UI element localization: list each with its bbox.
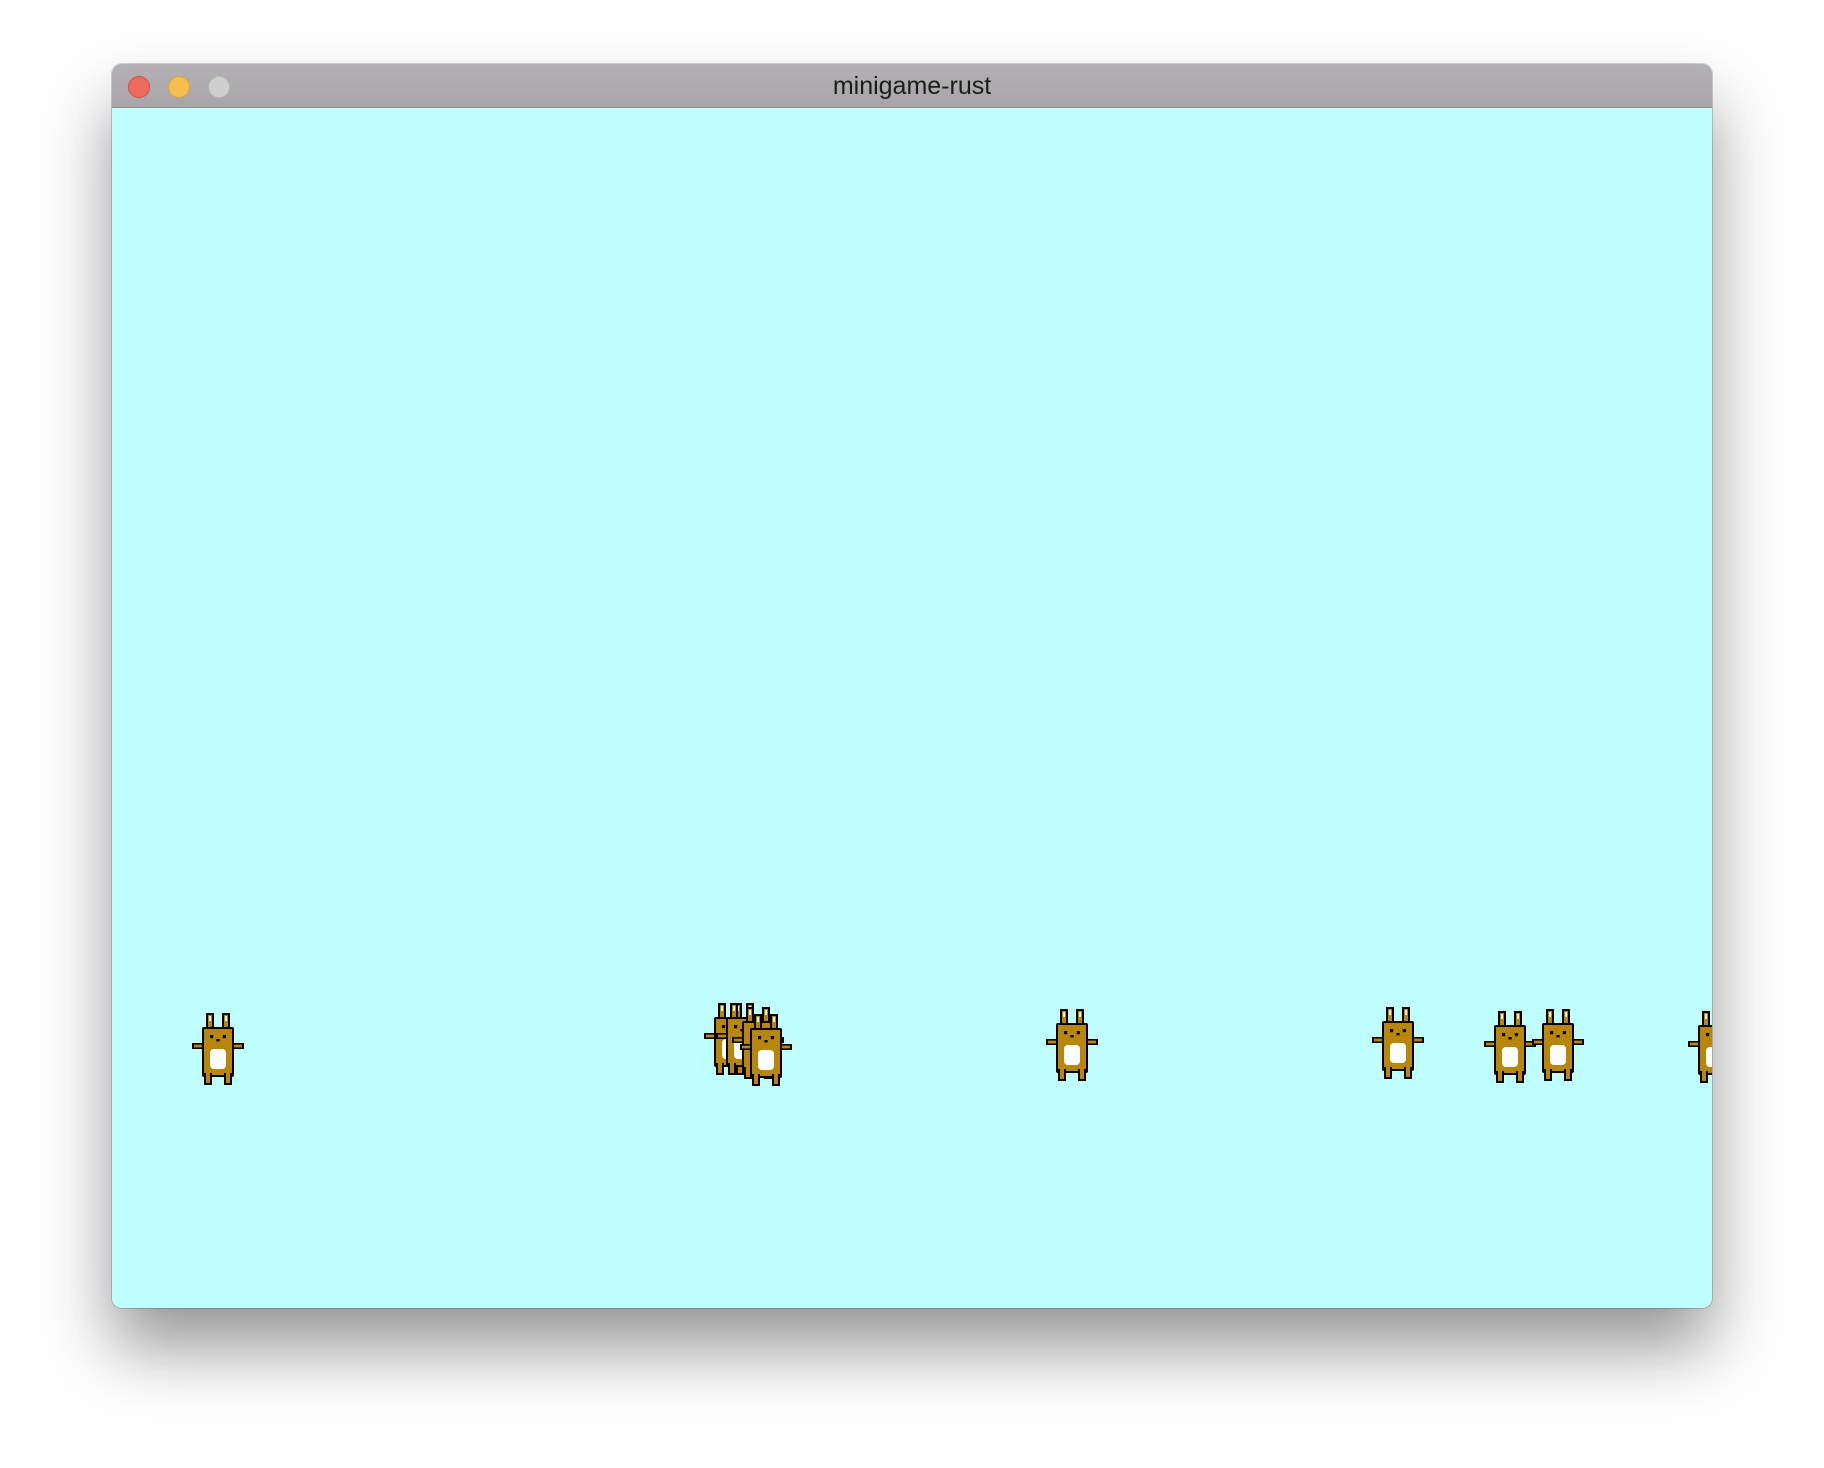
bunny-sprite (740, 1012, 792, 1086)
bunny-sprite (1484, 1009, 1536, 1083)
bunny-sprite (1532, 1007, 1584, 1081)
title-bar[interactable]: minigame-rust (112, 64, 1712, 108)
window-title: minigame-rust (832, 72, 992, 100)
bunny-sprite (1046, 1007, 1098, 1081)
game-canvas[interactable] (112, 108, 1712, 1308)
game-window: minigame-rust (112, 64, 1712, 1308)
bunny-sprite (1372, 1005, 1424, 1079)
bunny-sprite (1688, 1009, 1712, 1083)
bunny-sprite (192, 1011, 244, 1085)
